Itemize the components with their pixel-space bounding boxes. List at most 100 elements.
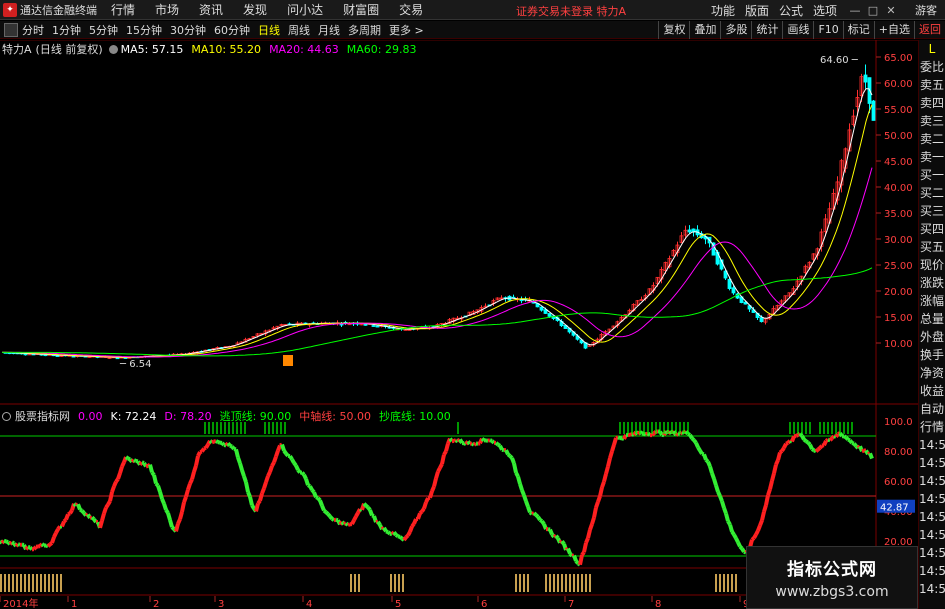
- sidebar-item[interactable]: 买四: [919, 220, 945, 238]
- chart-canvas[interactable]: 65.0060.0055.0050.0045.0040.0035.0030.00…: [0, 40, 918, 609]
- menu-options[interactable]: 选项: [813, 2, 837, 19]
- sidebar-item[interactable]: 14:50: [919, 544, 945, 562]
- menu-layout[interactable]: 版面: [745, 2, 769, 19]
- menu-discover[interactable]: 发现: [243, 1, 267, 18]
- indicator-segment: [480, 437, 486, 442]
- close-icon[interactable]: ✕: [883, 4, 899, 17]
- settings-icon[interactable]: [108, 44, 118, 54]
- sidebar-item[interactable]: 买五: [919, 238, 945, 256]
- app-title: 通达信金融终端: [20, 3, 97, 17]
- period-1min[interactable]: 1分钟: [52, 22, 81, 38]
- sidebar-item[interactable]: 外盘: [919, 328, 945, 346]
- sidebar-item[interactable]: 14:50: [919, 562, 945, 580]
- multi-stock-button[interactable]: 多股: [720, 21, 751, 39]
- indicator-segment: [276, 444, 282, 452]
- period-multi[interactable]: 多周期: [348, 22, 381, 38]
- indicator-segment: [612, 437, 618, 446]
- sidebar-item[interactable]: 涨跌: [919, 274, 945, 292]
- indicator-segment: [490, 439, 496, 445]
- add-watchlist-button[interactable]: +自选: [873, 21, 914, 39]
- menu-function[interactable]: 功能: [711, 2, 735, 19]
- sidebar-item[interactable]: 卖二: [919, 130, 945, 148]
- sidebar-item[interactable]: 自动: [919, 400, 945, 418]
- maximize-icon[interactable]: □: [865, 4, 881, 17]
- back-button[interactable]: 返回: [914, 21, 945, 39]
- indicator-header: 股票指标网 0.00 K: 72.24 D: 78.20 逃顶线: 90.00 …: [2, 409, 459, 423]
- menu-ask[interactable]: 问小达: [287, 1, 323, 18]
- f10-button[interactable]: F10: [813, 21, 842, 39]
- period-intraday[interactable]: 分时: [22, 22, 44, 38]
- sidebar-item[interactable]: 14:50: [919, 436, 945, 454]
- menu-quotes[interactable]: 行情: [111, 1, 135, 18]
- ma5-line: [2, 88, 873, 358]
- stats-button[interactable]: 统计: [751, 21, 782, 39]
- indicator-segment: [150, 471, 156, 477]
- sidebar-item[interactable]: L: [919, 40, 945, 58]
- period-60min[interactable]: 60分钟: [214, 22, 250, 38]
- overlay-button[interactable]: 叠加: [689, 21, 720, 39]
- period-toolbar: 分时 1分钟 5分钟 15分钟 30分钟 60分钟 日线 周线 月线 多周期 更…: [0, 21, 945, 39]
- strip-bar: [28, 574, 30, 592]
- menu-market[interactable]: 市场: [155, 1, 179, 18]
- indicator-segment: [274, 449, 280, 458]
- sidebar-item[interactable]: 买一: [919, 166, 945, 184]
- indicator-segment: [182, 496, 188, 504]
- gear-icon[interactable]: [2, 411, 11, 421]
- sidebar-item[interactable]: 14:50: [919, 508, 945, 526]
- sidebar-item[interactable]: 买二: [919, 184, 945, 202]
- period-weekly[interactable]: 周线: [288, 22, 310, 38]
- indicator-name[interactable]: 股票指标网: [15, 408, 70, 424]
- indicator-segment: [710, 472, 716, 480]
- indicator-segment: [522, 494, 528, 502]
- period-15min[interactable]: 15分钟: [126, 22, 162, 38]
- sidebar-item[interactable]: 14:50: [919, 526, 945, 544]
- menu-formula[interactable]: 公式: [779, 2, 803, 19]
- sidebar-item[interactable]: 涨幅: [919, 292, 945, 310]
- sidebar-item[interactable]: 卖四: [919, 94, 945, 112]
- strip-bar: [24, 574, 26, 592]
- layout-icon[interactable]: [4, 22, 18, 37]
- sidebar-item[interactable]: 收益: [919, 382, 945, 400]
- sidebar-item[interactable]: 14:50: [919, 472, 945, 490]
- adjust-button[interactable]: 复权: [658, 21, 689, 39]
- guest-button[interactable]: 游客: [915, 2, 937, 18]
- period-30min[interactable]: 30分钟: [170, 22, 206, 38]
- sidebar-item[interactable]: 换手: [919, 346, 945, 364]
- sidebar-item[interactable]: 净资: [919, 364, 945, 382]
- sidebar-item[interactable]: 现价: [919, 256, 945, 274]
- indicator-segment: [772, 464, 778, 474]
- sidebar-item[interactable]: 14:50: [919, 490, 945, 508]
- indicator-segment: [226, 441, 232, 447]
- sidebar-item[interactable]: 行情: [919, 418, 945, 436]
- sidebar-item[interactable]: 卖五: [919, 76, 945, 94]
- menu-news[interactable]: 资讯: [199, 1, 223, 18]
- indicator-segment: [594, 501, 600, 509]
- sidebar-item[interactable]: 总量: [919, 310, 945, 328]
- mark-button[interactable]: 标记: [842, 21, 874, 39]
- indicator-segment: [424, 497, 430, 504]
- menu-right-group: 功能 版面 公式 选项 — □ ✕ 游客: [711, 0, 945, 20]
- menu-wealth[interactable]: 财富圈: [343, 1, 379, 18]
- indicator-bottom-line: 抄底线: 10.00: [379, 410, 451, 423]
- indicator-segment: [385, 529, 389, 534]
- strip-bar: [557, 574, 559, 592]
- indicator-segment: [244, 481, 250, 493]
- indicator-segment: [148, 464, 154, 473]
- draw-line-button[interactable]: 画线: [782, 21, 813, 39]
- period-monthly[interactable]: 月线: [318, 22, 340, 38]
- strip-bar: [569, 574, 571, 592]
- period-5min[interactable]: 5分钟: [89, 22, 118, 38]
- sidebar-item[interactable]: 卖一: [919, 148, 945, 166]
- sidebar-item[interactable]: 14:50: [919, 454, 945, 472]
- sidebar-item[interactable]: 买三: [919, 202, 945, 220]
- indicator-segment: [316, 496, 322, 502]
- sidebar-item[interactable]: 卖三: [919, 112, 945, 130]
- login-status[interactable]: 证券交易未登录 特力A: [516, 3, 626, 19]
- menu-trade[interactable]: 交易: [399, 1, 423, 18]
- indicator-segment: [100, 512, 106, 522]
- sidebar-item[interactable]: 14:50: [919, 580, 945, 598]
- period-daily[interactable]: 日线: [258, 22, 280, 38]
- minimize-icon[interactable]: —: [847, 4, 863, 17]
- period-more[interactable]: 更多 >: [389, 22, 424, 38]
- sidebar-item[interactable]: 委比: [919, 58, 945, 76]
